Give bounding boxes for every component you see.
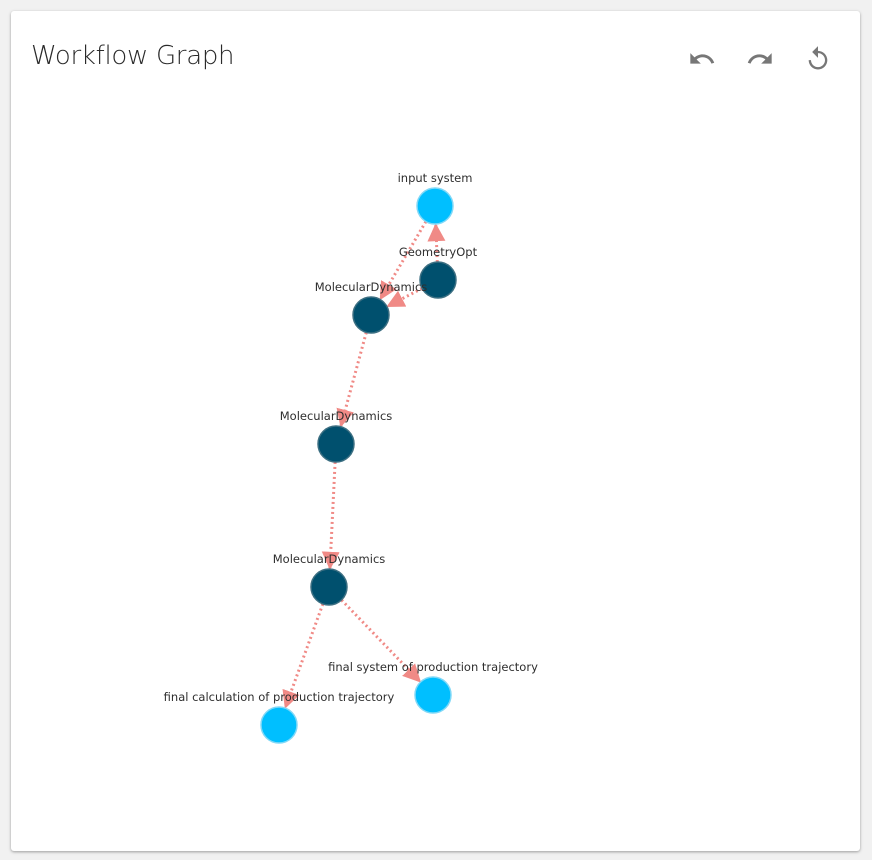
- node-label: GeometryOpt: [399, 245, 478, 259]
- workflow-graph-card: Workflow Graph input system GeometryOpt Mo…: [11, 11, 860, 851]
- workflow-graph-canvas[interactable]: input system GeometryOpt MolecularDynamics…: [11, 11, 860, 851]
- graph-node[interactable]: final system of production trajectory: [328, 660, 538, 714]
- node-label: MolecularDynamics: [273, 552, 386, 566]
- process-node-circle[interactable]: [317, 425, 355, 463]
- data-node-circle[interactable]: [414, 676, 452, 714]
- node-label: final system of production trajectory: [328, 660, 538, 674]
- graph-node[interactable]: MolecularDynamics: [273, 552, 386, 606]
- process-node-circle[interactable]: [352, 296, 390, 334]
- data-node-circle[interactable]: [260, 706, 298, 744]
- graph-node[interactable]: final calculation of production trajecto…: [164, 690, 395, 744]
- process-node-circle[interactable]: [310, 568, 348, 606]
- data-node-circle[interactable]: [416, 187, 454, 225]
- edges-layer: [282, 220, 446, 709]
- graph-node[interactable]: input system: [398, 171, 473, 225]
- graph-node[interactable]: MolecularDynamics: [315, 280, 428, 334]
- graph-node[interactable]: MolecularDynamics: [280, 409, 393, 463]
- nodes-layer: input system GeometryOpt MolecularDynamics…: [164, 171, 538, 744]
- node-label: input system: [398, 171, 473, 185]
- node-label: MolecularDynamics: [280, 409, 393, 423]
- node-label: final calculation of production trajecto…: [164, 690, 395, 704]
- node-label: MolecularDynamics: [315, 280, 428, 294]
